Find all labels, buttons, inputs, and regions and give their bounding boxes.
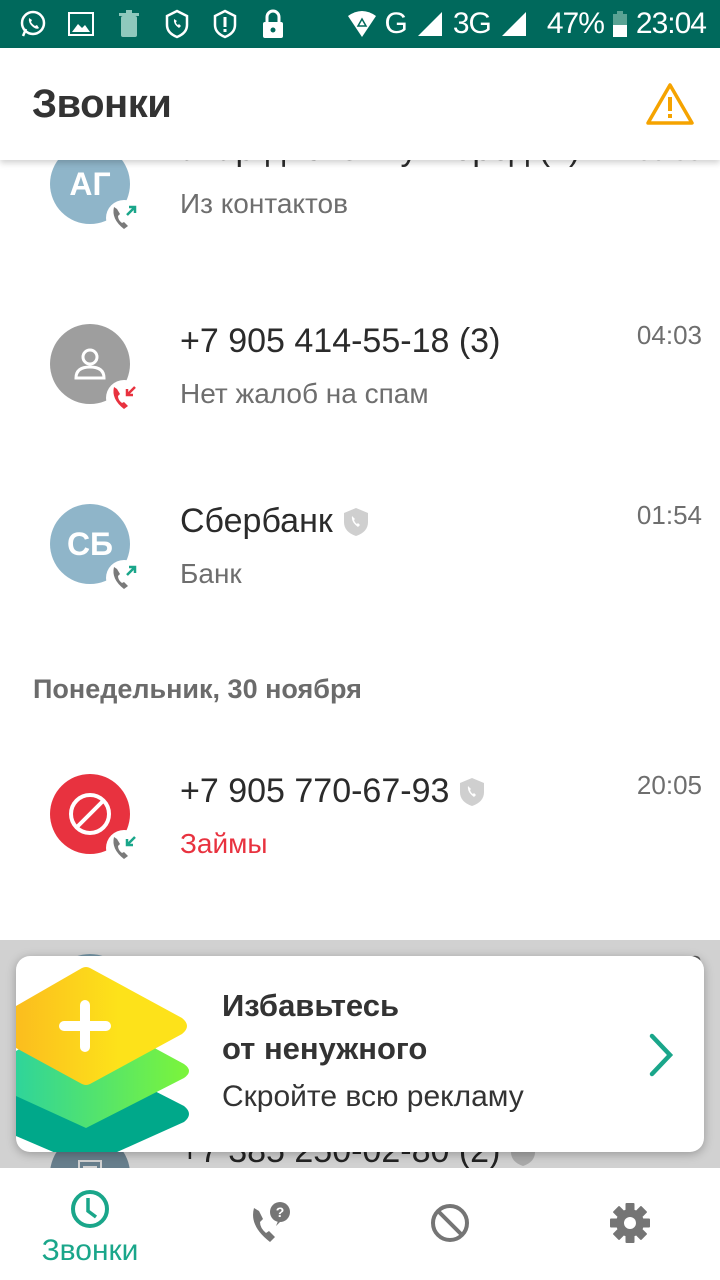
battery-percent: 47% (546, 7, 605, 40)
call-row[interactable]: АГ авар-диспетч ук город (2) Из контакто… (0, 160, 720, 254)
call-name: +7 905 770-67-93 (180, 772, 485, 811)
call-name: Сбербанк (180, 502, 369, 541)
lock-icon (258, 9, 288, 39)
call-subtitle: Банк (180, 558, 242, 589)
call-row[interactable]: +7 905 770-67-93 Займы 20:05 (0, 734, 720, 914)
clock-icon (71, 1190, 109, 1228)
clock: 23:04 (635, 7, 707, 40)
call-time: 01:54 (636, 500, 702, 530)
verified-shield-icon (343, 507, 368, 536)
network-type-2: 3G (452, 7, 492, 40)
network-type-1: G (384, 7, 408, 40)
call-name: +7 905 414-55-18 (3) (180, 322, 501, 360)
nav-tab-settings[interactable] (540, 1168, 720, 1280)
nav-tab-label: Звонки (41, 1234, 139, 1267)
shield-alert-icon (210, 9, 240, 39)
person-icon (74, 348, 106, 380)
trash-icon (114, 9, 144, 39)
promo-banner[interactable]: Избавьтесь от ненужного Скройте всю рекл… (16, 956, 704, 1152)
status-bar: G 3G 47% 23:04 (0, 0, 720, 48)
warning-icon[interactable] (644, 78, 696, 130)
call-time: 00:55 (637, 160, 702, 167)
promo-title: Избавьтесь от ненужного (222, 988, 428, 1066)
outgoing-call-icon (106, 560, 142, 596)
gear-icon (610, 1203, 650, 1243)
spam-category: Займы (180, 828, 268, 859)
block-icon (69, 793, 111, 835)
call-name: авар-диспетч ук город (2) (180, 160, 580, 169)
battery-icon (612, 9, 628, 39)
wifi-icon (347, 9, 377, 39)
call-time: 04:03 (636, 320, 702, 350)
call-time: 20:05 (636, 770, 702, 800)
date-section-header: Понедельник, 30 ноября (33, 674, 362, 704)
app-layers-logo-icon (16, 967, 189, 1152)
nav-tab-unknown-calls[interactable]: ? (180, 1168, 360, 1280)
nav-tab-blocked[interactable] (360, 1168, 540, 1280)
shield-phone-icon (162, 9, 192, 39)
call-subtitle: Нет жалоб на спам (180, 378, 429, 409)
verified-shield-icon (460, 777, 485, 806)
chevron-right-icon[interactable] (644, 1032, 678, 1078)
bottom-navigation: Звонки ? (0, 1168, 720, 1280)
call-subtitle: Из контактов (180, 188, 348, 219)
nav-tab-calls[interactable]: Звонки (0, 1168, 180, 1280)
phone-question-icon: ? (253, 1202, 290, 1242)
call-row[interactable]: СБ Сбербанк Банк 01:54 (0, 464, 720, 644)
block-icon (431, 1204, 469, 1242)
page-title: Звонки (32, 81, 172, 126)
whatsapp-icon (18, 9, 48, 39)
signal-icon-2 (499, 9, 529, 39)
svg-text:?: ? (276, 1204, 285, 1220)
promo-subtitle: Скройте всю рекламу (222, 1080, 524, 1113)
avatar-initials: СБ (66, 525, 114, 562)
outgoing-call-icon (106, 200, 142, 236)
avatar-initials: АГ (69, 165, 111, 202)
incoming-call-icon (106, 830, 142, 866)
missed-call-icon (106, 380, 142, 416)
image-icon (66, 9, 96, 39)
signal-icon (415, 9, 445, 39)
app-bar: Звонки (0, 48, 720, 160)
call-row[interactable]: +7 905 414-55-18 (3) Нет жалоб на спам 0… (0, 284, 720, 464)
